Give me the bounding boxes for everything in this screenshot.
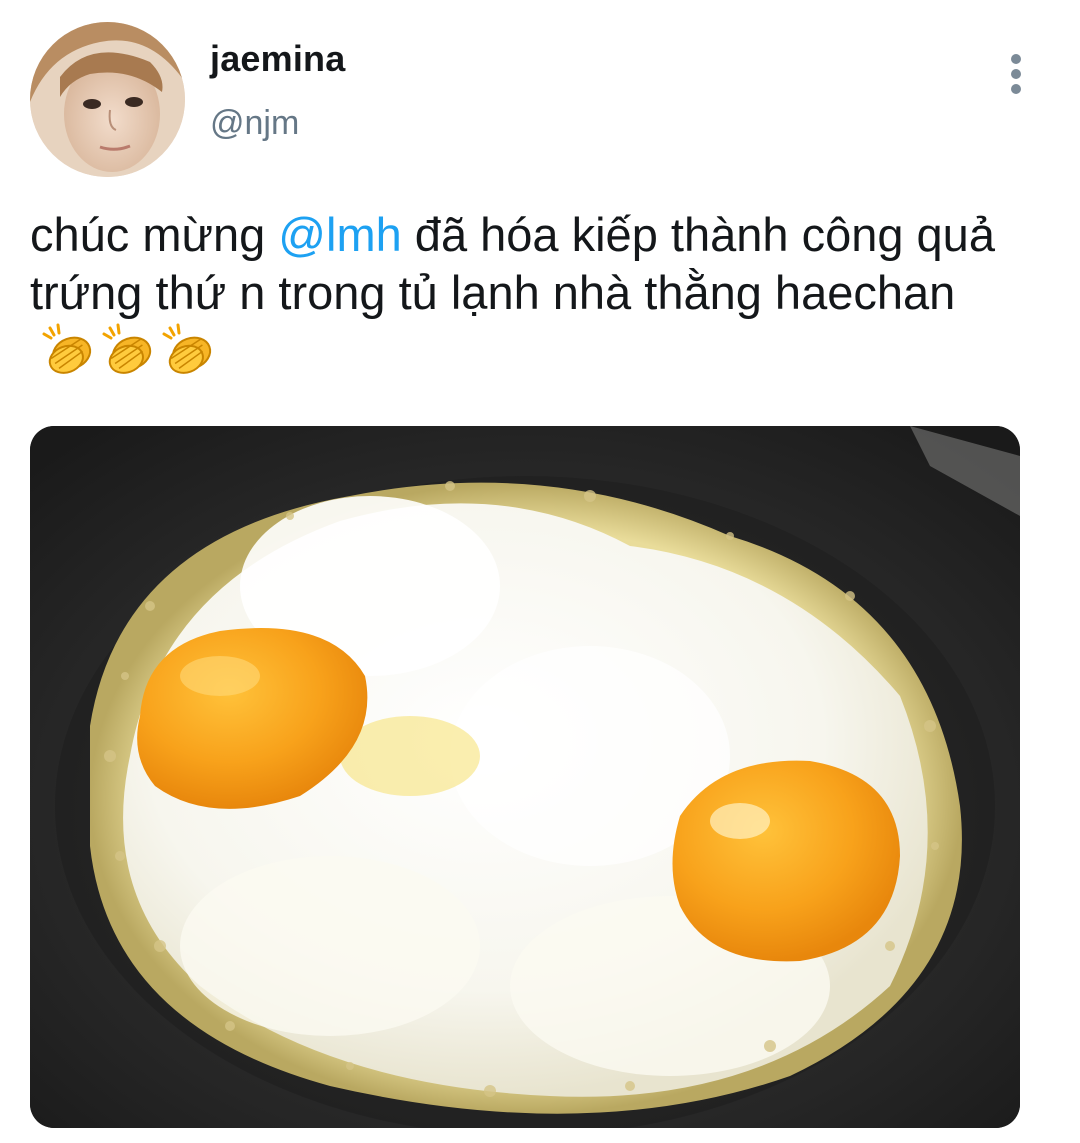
avatar[interactable] [30,22,185,177]
more-vertical-icon [1011,54,1021,94]
more-options-button[interactable] [996,50,1036,100]
mention-link[interactable]: @lmh [278,208,401,261]
emoji-group [40,322,220,389]
author-display-name[interactable]: jaemina [210,38,345,80]
clapping-hands-emoji [162,323,212,374]
tweet-text: chúc mừng @lmh đã hóa kiếp thành công qu… [30,206,1050,389]
fried-eggs-photo [30,426,1020,1128]
clapping-hands-emoji [42,323,92,374]
author-handle[interactable]: @njm [210,104,299,143]
tweet-text-part1: chúc mừng [30,208,279,261]
tweet-media-image[interactable] [30,426,1020,1128]
clapping-hands-emoji [102,323,152,374]
